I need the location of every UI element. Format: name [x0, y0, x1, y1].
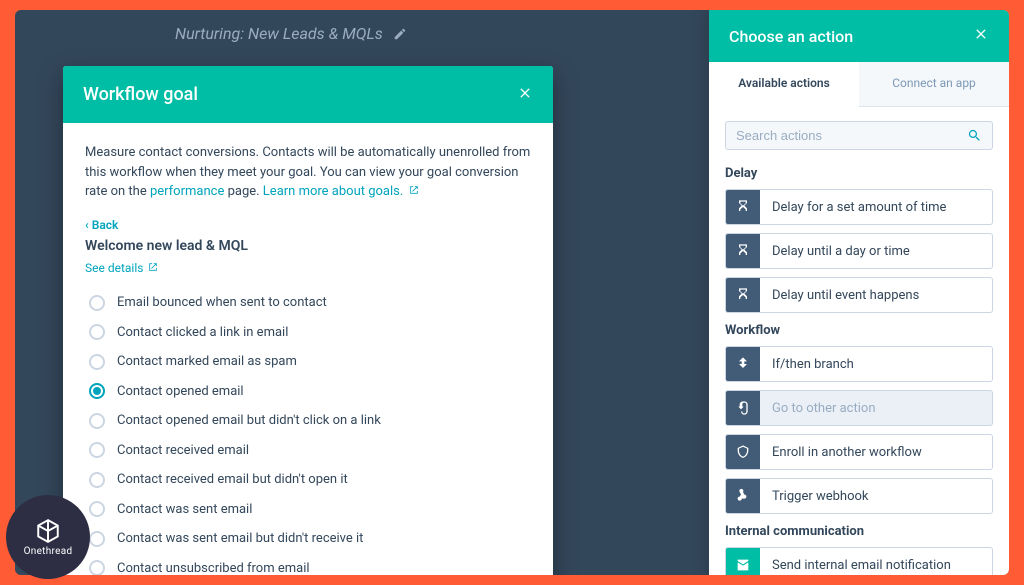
learn-more-link[interactable]: Learn more about goals.: [263, 184, 419, 199]
radio-option[interactable]: Contact received email: [89, 436, 531, 466]
branch-icon: [726, 347, 760, 381]
radio-label: Email bounced when sent to contact: [117, 293, 327, 313]
performance-link[interactable]: performance: [150, 184, 224, 199]
radio-option[interactable]: Contact opened email: [89, 377, 531, 407]
radio-option[interactable]: Contact opened email but didn't click on…: [89, 406, 531, 436]
onethread-cube-icon: [35, 518, 61, 544]
intro-text-2: page.: [224, 184, 262, 199]
enroll-icon: [726, 435, 760, 469]
tab-connect-app[interactable]: Connect an app: [859, 62, 1009, 106]
panel-tabs: Available actions Connect an app: [709, 62, 1009, 107]
action-label: Go to other action: [760, 401, 888, 416]
radio-label: Contact opened email: [117, 382, 244, 402]
goto-icon: [726, 391, 760, 425]
choose-action-panel: Choose an action Available actions Conne…: [709, 10, 1009, 575]
radio-option[interactable]: Contact received email but didn't open i…: [89, 465, 531, 495]
radio-icon: [89, 472, 105, 488]
action-label: If/then branch: [760, 357, 866, 372]
action-item[interactable]: Delay until a day or time: [725, 233, 993, 269]
radio-option[interactable]: Contact clicked a link in email: [89, 318, 531, 348]
page-title: Nurturing: New Leads & MQLs: [175, 24, 383, 43]
radio-icon: [89, 560, 105, 575]
action-item[interactable]: Delay for a set amount of time: [725, 189, 993, 225]
radio-icon: [89, 413, 105, 429]
radio-label: Contact received email: [117, 441, 249, 461]
close-icon[interactable]: [973, 26, 989, 46]
radio-label: Contact unsubscribed from email: [117, 559, 310, 576]
goal-name: Welcome new lead & MQL: [85, 236, 531, 257]
workflow-goal-modal: Workflow goal Measure contact conversion…: [63, 66, 553, 575]
tab-available-actions[interactable]: Available actions: [709, 62, 859, 107]
see-details-link[interactable]: See details: [85, 259, 158, 277]
radio-icon: [89, 295, 105, 311]
action-item: Go to other action: [725, 390, 993, 426]
action-label: Trigger webhook: [760, 489, 881, 504]
panel-title: Choose an action: [729, 27, 853, 46]
action-label: Delay until event happens: [760, 288, 931, 303]
radio-icon: [89, 324, 105, 340]
action-label: Enroll in another workflow: [760, 445, 934, 460]
category-title: Workflow: [725, 323, 993, 338]
radio-icon: [89, 383, 105, 399]
radio-label: Contact marked email as spam: [117, 352, 297, 372]
action-label: Delay for a set amount of time: [760, 200, 958, 215]
radio-label: Contact received email but didn't open i…: [117, 470, 348, 490]
hourglass-icon: [726, 278, 760, 312]
external-link-icon: [148, 259, 158, 269]
modal-intro: Measure contact conversions. Contacts wi…: [85, 143, 531, 202]
action-item[interactable]: Send internal email notification: [725, 547, 993, 575]
radio-label: Contact was sent email but didn't receiv…: [117, 529, 363, 549]
search-actions-row: [725, 121, 993, 150]
hourglass-icon: [726, 190, 760, 224]
webhook-icon: [726, 479, 760, 513]
modal-title: Workflow goal: [83, 84, 198, 105]
action-label: Send internal email notification: [760, 558, 963, 573]
action-item[interactable]: Delay until event happens: [725, 277, 993, 313]
action-label: Delay until a day or time: [760, 244, 922, 259]
radio-option[interactable]: Email bounced when sent to contact: [89, 288, 531, 318]
category-title: Internal communication: [725, 524, 993, 539]
radio-label: Contact was sent email: [117, 500, 252, 520]
onethread-badge: Onethread: [6, 495, 90, 579]
action-item[interactable]: Enroll in another workflow: [725, 434, 993, 470]
close-icon[interactable]: [517, 85, 533, 105]
modal-header: Workflow goal: [63, 66, 553, 123]
action-item[interactable]: Trigger webhook: [725, 478, 993, 514]
hourglass-icon: [726, 234, 760, 268]
category-title: Delay: [725, 166, 993, 181]
panel-header: Choose an action: [709, 10, 1009, 62]
radio-label: Contact opened email but didn't click on…: [117, 411, 381, 431]
radio-option[interactable]: Contact was sent email but didn't receiv…: [89, 524, 531, 554]
external-link-icon: [409, 182, 419, 192]
radio-option[interactable]: Contact was sent email: [89, 495, 531, 525]
radio-icon: [89, 354, 105, 370]
learn-more-text: Learn more about goals.: [263, 184, 404, 199]
search-icon[interactable]: [967, 128, 982, 143]
mail-icon: [726, 548, 760, 575]
radio-icon: [89, 442, 105, 458]
onethread-label: Onethread: [24, 546, 73, 557]
edit-icon[interactable]: [393, 26, 407, 40]
goal-radio-list: Email bounced when sent to contact Contac…: [85, 288, 531, 575]
radio-icon: [89, 531, 105, 547]
radio-option[interactable]: Contact unsubscribed from email: [89, 554, 531, 576]
radio-label: Contact clicked a link in email: [117, 323, 288, 343]
radio-option[interactable]: Contact marked email as spam: [89, 347, 531, 377]
back-link[interactable]: ‹ Back: [85, 216, 531, 234]
search-input[interactable]: [736, 128, 967, 143]
action-item[interactable]: If/then branch: [725, 346, 993, 382]
see-details-text: See details: [85, 261, 143, 275]
radio-icon: [89, 501, 105, 517]
